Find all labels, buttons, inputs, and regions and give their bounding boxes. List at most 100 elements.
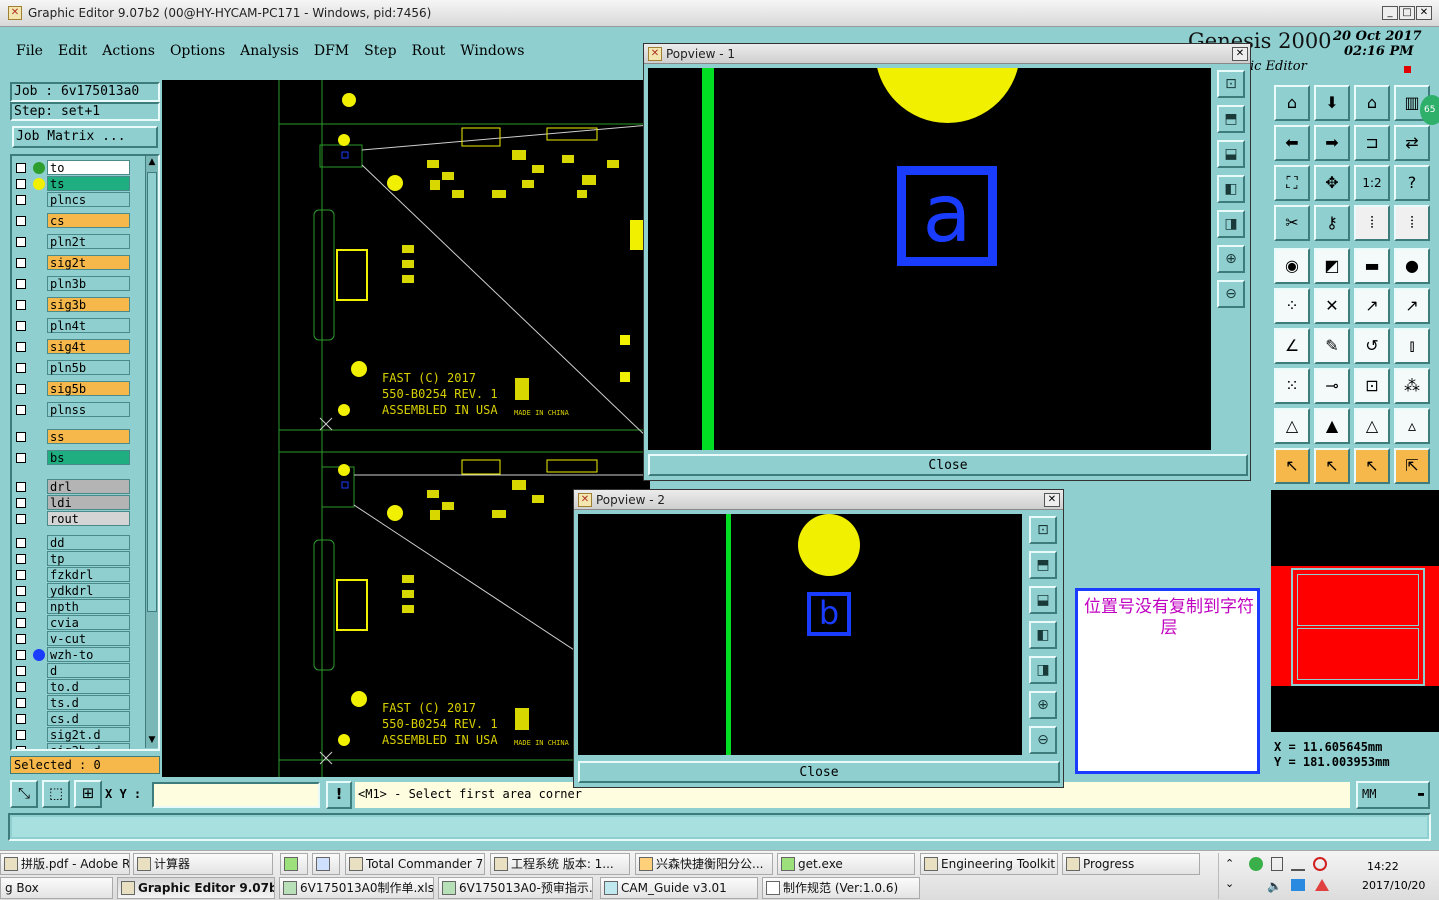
layer-name[interactable]: wzh-to <box>47 647 130 662</box>
popview-2-pan-right-icon[interactable]: ◨ <box>1029 656 1057 684</box>
zoom-area-icon[interactable]: ⤡ <box>10 780 38 808</box>
layer-checkbox[interactable] <box>16 432 26 442</box>
layer-checkbox[interactable] <box>16 698 26 708</box>
xy-input[interactable] <box>152 782 320 808</box>
cross-icon[interactable]: ✕ <box>1314 288 1350 324</box>
maximize-button[interactable]: □ <box>1399 6 1415 20</box>
tray-g-icon[interactable] <box>1313 857 1327 871</box>
layer-name[interactable]: cs <box>47 213 130 228</box>
slash-icon[interactable]: ◩ <box>1314 248 1350 284</box>
layer-checkbox[interactable] <box>16 514 26 524</box>
frame-icon[interactable]: ⊡ <box>1354 368 1390 404</box>
dots-icon[interactable]: ⁙ <box>1274 368 1310 404</box>
clock-time[interactable]: 14:22 <box>1367 860 1399 873</box>
layer-name[interactable]: plnss <box>47 402 130 417</box>
help-icon[interactable]: ? <box>1394 165 1430 201</box>
layer-row[interactable]: pln4t <box>14 318 132 333</box>
layer-checkbox[interactable] <box>16 634 26 644</box>
layer-checkbox[interactable] <box>16 682 26 692</box>
layer-row[interactable]: d <box>14 663 132 678</box>
layer-checkbox[interactable] <box>16 602 26 612</box>
layer-checkbox[interactable] <box>16 279 26 289</box>
menu-dfm[interactable]: DFM <box>306 39 356 59</box>
scroll-down-arrow-icon[interactable]: ▼ <box>147 736 157 746</box>
layer-row[interactable]: pln5b <box>14 360 132 375</box>
cluster-icon[interactable]: ⁂ <box>1394 368 1430 404</box>
popview-1-canvas[interactable]: a <box>648 68 1211 450</box>
line-node-icon[interactable]: ↗ <box>1394 288 1430 324</box>
layer-name[interactable]: sig5b <box>47 381 130 396</box>
layer-checkbox[interactable] <box>16 570 26 580</box>
tray-app-icon[interactable] <box>1249 857 1263 871</box>
task-word[interactable] <box>312 853 340 875</box>
layer-row[interactable]: ss <box>14 429 132 444</box>
layer-checkbox[interactable] <box>16 746 26 749</box>
layer-row[interactable]: sig3b.d <box>14 743 132 749</box>
scroll-up-arrow-icon[interactable]: ▲ <box>147 158 157 168</box>
tray-volume-icon[interactable]: 🔈 <box>1267 879 1282 893</box>
layer-row[interactable]: cvia <box>14 615 132 630</box>
layer-row[interactable]: cs <box>14 213 132 228</box>
layer-name[interactable]: cs.d <box>47 711 130 726</box>
layer-checkbox[interactable] <box>16 384 26 394</box>
popview-1-pan-up-icon[interactable]: ⬒ <box>1217 105 1245 133</box>
zoom-region-icon[interactable]: ⬚ <box>42 780 70 808</box>
layer-row[interactable]: sig4t <box>14 339 132 354</box>
measure-icon[interactable]: ✂ <box>1274 205 1310 241</box>
tri-c-icon[interactable]: △ <box>1354 408 1390 444</box>
layer-row[interactable]: dd <box>14 535 132 550</box>
layer-name[interactable]: pln2t <box>47 234 130 249</box>
popview-1-pan-right-icon[interactable]: ◨ <box>1217 210 1245 238</box>
layer-row[interactable]: sig2t <box>14 255 132 270</box>
menu-actions[interactable]: Actions <box>94 39 162 59</box>
layer-checkbox[interactable] <box>16 453 26 463</box>
layer-row[interactable]: bs <box>14 450 132 465</box>
layer-row[interactable]: sig2t.d <box>14 727 132 742</box>
layer-name[interactable]: dd <box>47 535 130 550</box>
layer-name[interactable]: v-cut <box>47 631 130 646</box>
layer-name[interactable]: sig2t.d <box>47 727 130 742</box>
layer-row[interactable]: wzh-to <box>14 647 132 662</box>
key-icon[interactable]: ⚷ <box>1314 205 1350 241</box>
layer-row[interactable]: ts.d <box>14 695 132 710</box>
menu-file[interactable]: File <box>8 39 50 59</box>
task-spec[interactable]: 制作规范 (Ver:1.0.6) <box>762 877 920 899</box>
task-preaudit[interactable]: 6V175013A0-预审指示... <box>438 877 593 899</box>
layer-row[interactable]: pln3b <box>14 276 132 291</box>
tri-d-icon[interactable]: ▵ <box>1394 408 1430 444</box>
layer-name[interactable]: npth <box>47 599 130 614</box>
layer-row[interactable]: ldi <box>14 495 132 510</box>
layer-name[interactable]: ldi <box>47 495 130 510</box>
layer-checkbox[interactable] <box>16 258 26 268</box>
move-node-icon[interactable]: ↗ <box>1354 288 1390 324</box>
menu-windows[interactable]: Windows <box>452 39 531 59</box>
layer-row[interactable]: drl <box>14 479 132 494</box>
popview-2-zoom-in-icon[interactable]: ⊕ <box>1029 691 1057 719</box>
popview-2-pan-left-icon[interactable]: ◧ <box>1029 621 1057 649</box>
layer-name[interactable]: sig2t <box>47 255 130 270</box>
task-excel-order[interactable]: 6V175013A0制作单.xls <box>279 877 434 899</box>
tray-collapse-icon[interactable]: ⌄ <box>1225 877 1234 890</box>
layer-checkbox[interactable] <box>16 482 26 492</box>
scroll-thumb[interactable] <box>147 172 157 612</box>
layer-name[interactable]: bs <box>47 450 130 465</box>
layer-checkbox[interactable] <box>16 538 26 548</box>
layer-row[interactable]: sig3b <box>14 297 132 312</box>
layer-row[interactable]: npth <box>14 599 132 614</box>
layer-name[interactable]: pln5b <box>47 360 130 375</box>
pointer-sel-icon[interactable]: ↖ <box>1354 448 1390 484</box>
layer-checkbox[interactable] <box>16 714 26 724</box>
popview-2-pan-up-icon[interactable]: ⬒ <box>1029 551 1057 579</box>
pen-icon[interactable]: ✎ <box>1314 328 1350 364</box>
task-graphic-editor[interactable]: Graphic Editor 9.07b2 ... <box>117 877 275 899</box>
layer-checkbox[interactable] <box>16 216 26 226</box>
layer-row[interactable]: to <box>14 160 132 175</box>
split2-icon[interactable]: ⦙ <box>1394 205 1430 241</box>
layer-name[interactable]: drl <box>47 479 130 494</box>
layer-name[interactable]: cvia <box>47 615 130 630</box>
layer-checkbox[interactable] <box>16 363 26 373</box>
tri-b-icon[interactable]: ▲ <box>1314 408 1350 444</box>
snap-icon[interactable]: ⊐ <box>1354 125 1390 161</box>
layer-list-scrollbar[interactable]: ▲ ▼ <box>145 156 158 748</box>
minimize-button[interactable]: _ <box>1382 6 1398 20</box>
